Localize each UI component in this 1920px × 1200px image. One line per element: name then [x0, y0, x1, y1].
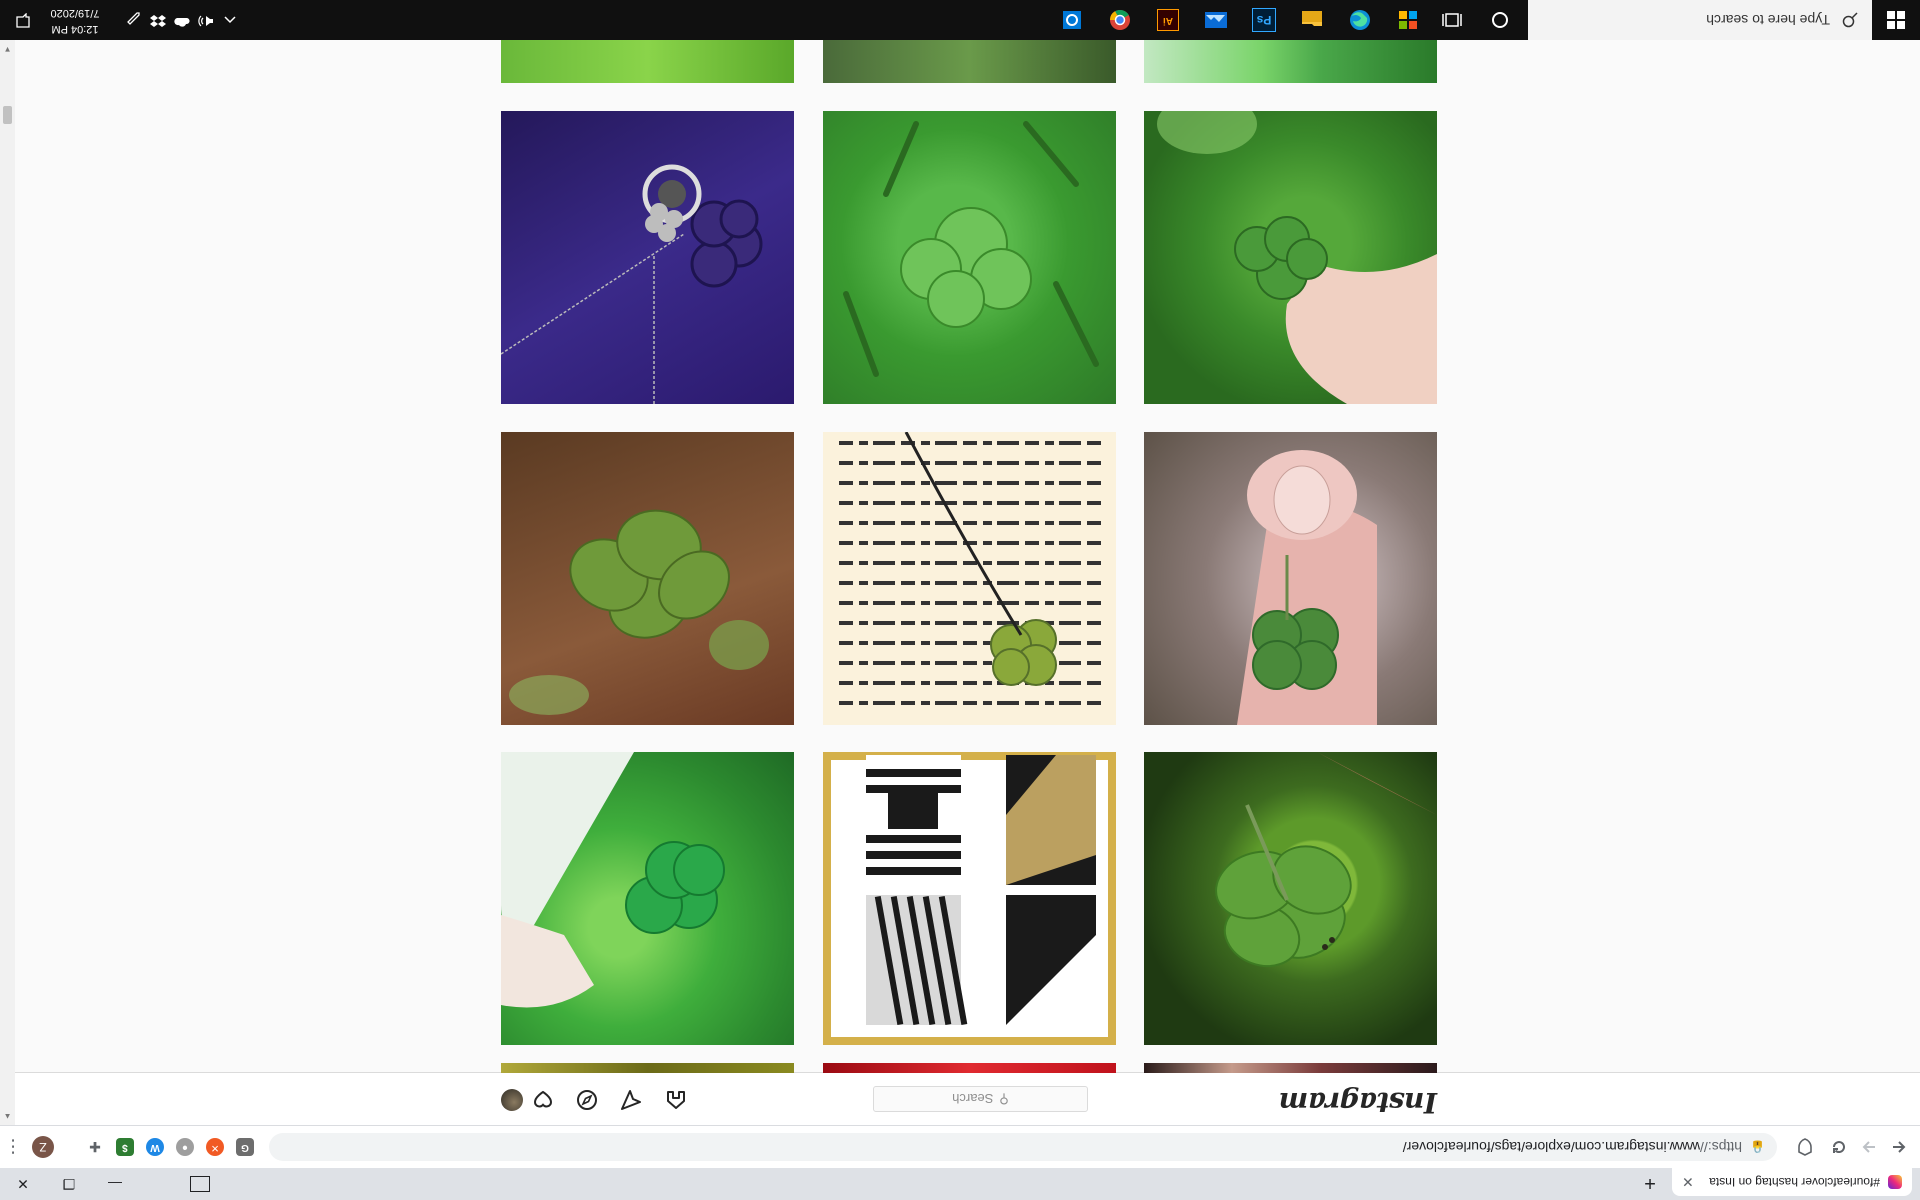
file-explorer-icon[interactable]: [1300, 8, 1324, 32]
book-page-with-clover-illustration: [838, 432, 1101, 705]
cortana-icon[interactable]: [1488, 8, 1512, 32]
search-icon: [1842, 12, 1858, 28]
hand-holding-clover-illustration: [1157, 111, 1437, 404]
new-tab-button[interactable]: +: [1638, 1170, 1662, 1194]
post-thumbnail[interactable]: [501, 111, 794, 404]
profile-avatar[interactable]: Z: [32, 1136, 54, 1158]
post-thumbnail[interactable]: [1144, 1063, 1437, 1073]
task-view-icon[interactable]: [1440, 8, 1464, 32]
volume-icon[interactable]: [198, 12, 214, 28]
post-thumbnail[interactable]: [501, 40, 794, 83]
shield-extension-icon[interactable]: [1792, 1134, 1818, 1160]
scroll-up-arrow-icon[interactable]: ▲: [3, 1111, 12, 1121]
instagram-logo[interactable]: Instagram: [1279, 1086, 1437, 1119]
tab-search-icon[interactable]: [190, 1176, 210, 1192]
windows-search-placeholder: Type here to search: [1706, 12, 1830, 28]
post-thumbnail[interactable]: [823, 1063, 1116, 1073]
post-thumbnail[interactable]: [823, 111, 1116, 404]
blue-extension-icon[interactable]: W: [146, 1138, 164, 1156]
puzzle-extensions-icon[interactable]: ✚: [86, 1138, 104, 1156]
dropbox-icon[interactable]: [150, 12, 166, 28]
post-thumbnail[interactable]: [501, 432, 794, 725]
scroll-down-arrow-icon[interactable]: ▼: [3, 44, 12, 54]
post-thumbnail[interactable]: [501, 1063, 794, 1073]
page-scrollbar[interactable]: ▲ ▼: [0, 40, 15, 1125]
lock-icon: 🔒: [1750, 1140, 1765, 1154]
scrollbar-thumb[interactable]: [3, 106, 12, 124]
browser-toolbar: 🔒 https:// www.instagram.com/explore/tag…: [0, 1125, 1920, 1168]
url-scheme: https://: [1700, 1139, 1743, 1155]
clover-on-soil-illustration: [509, 509, 769, 715]
explore-compass-icon[interactable]: [575, 1088, 599, 1112]
instagram-header: Instagram ⚲ Search: [15, 1072, 1920, 1125]
orange-extension-icon[interactable]: ✕: [206, 1138, 224, 1156]
address-bar[interactable]: 🔒 https:// www.instagram.com/explore/tag…: [269, 1133, 1777, 1161]
windows-search-box[interactable]: Type here to search: [1528, 0, 1872, 40]
url-path: www.instagram.com/explore/tags/fourleafc…: [1402, 1139, 1701, 1155]
back-arrow-icon[interactable]: [1886, 1134, 1912, 1160]
home-icon[interactable]: [664, 1088, 688, 1112]
show-hidden-icons-chevron-icon[interactable]: [222, 12, 238, 28]
illustrator-label: Ai: [1157, 9, 1179, 31]
forward-arrow-icon[interactable]: [1856, 1134, 1882, 1160]
illustrator-icon[interactable]: Ai: [1156, 8, 1180, 32]
clock-time: 12:04 PM: [51, 23, 99, 35]
tab-title: #fourleafclover hashtag on Insta: [1709, 1175, 1880, 1189]
search-icon: ⚲: [999, 1092, 1009, 1107]
browser-tabstrip: #fourleafclover hashtag on Insta ✕ + — ❐…: [0, 1168, 1920, 1200]
tab-close-icon[interactable]: ✕: [1682, 1174, 1694, 1191]
close-window-button[interactable]: ✕: [0, 1168, 46, 1200]
browser-menu-icon[interactable]: ⋮: [4, 1134, 22, 1160]
reload-icon[interactable]: [1826, 1134, 1852, 1160]
hand-holding-clover-illustration: [501, 752, 725, 1008]
instagram-favicon-icon: [1888, 1175, 1902, 1189]
grey-extension-icon[interactable]: ●: [176, 1138, 194, 1156]
photoshop-icon[interactable]: Ps: [1252, 8, 1276, 32]
fingers-holding-clover-illustration: [1237, 450, 1377, 725]
windows-start-button[interactable]: [1872, 0, 1920, 40]
search-placeholder: Search: [952, 1091, 994, 1107]
motivational-cards-illustration: [823, 752, 1116, 1045]
dollar-extension-icon[interactable]: $: [116, 1138, 134, 1156]
direct-messages-icon[interactable]: [619, 1088, 643, 1112]
windows-taskbar: Type here to search Ps Ai 12:04 PM 7/19/…: [0, 0, 1920, 40]
browser-tab-instagram[interactable]: #fourleafclover hashtag on Insta ✕: [1672, 1168, 1912, 1196]
instagram-profile-avatar[interactable]: [501, 1089, 523, 1111]
clover-leaf-illustration: [1215, 752, 1437, 968]
settings-gear-icon[interactable]: [1060, 8, 1084, 32]
microsoft-store-icon[interactable]: [1396, 8, 1420, 32]
chrome-icon[interactable]: [1108, 8, 1132, 32]
minimize-button[interactable]: —: [92, 1168, 138, 1200]
restore-button[interactable]: ❐: [46, 1168, 92, 1200]
instagram-page: Instagram ⚲ Search: [15, 40, 1920, 1125]
instagram-search-input[interactable]: ⚲ Search: [873, 1086, 1088, 1112]
clock-date: 7/19/2020: [50, 7, 100, 19]
grammarly-extension-icon[interactable]: G: [236, 1138, 254, 1156]
action-center-notifications-icon[interactable]: [14, 11, 32, 29]
post-thumbnail[interactable]: [823, 40, 1116, 83]
windows-logo-icon: [1887, 11, 1905, 29]
activity-heart-icon[interactable]: [531, 1088, 555, 1112]
post-thumbnail[interactable]: [1144, 432, 1437, 725]
post-thumbnail[interactable]: [1144, 40, 1437, 83]
post-thumbnail[interactable]: [501, 752, 794, 1045]
onedrive-photos-icon[interactable]: [1204, 8, 1228, 32]
post-thumbnail[interactable]: [823, 752, 1116, 1045]
post-thumbnail[interactable]: [1144, 111, 1437, 404]
screen: #fourleafclover hashtag on Insta ✕ + — ❐…: [0, 0, 1920, 1200]
edge-browser-icon[interactable]: [1348, 8, 1372, 32]
pen-workspace-icon[interactable]: [126, 12, 142, 28]
clover-pendant-necklace-illustration: [501, 164, 763, 404]
post-thumbnail[interactable]: [823, 432, 1116, 725]
onedrive-cloud-icon[interactable]: [174, 12, 190, 28]
clover-in-grass-illustration: [843, 121, 1099, 377]
system-clock[interactable]: 12:04 PM 7/19/2020: [40, 5, 110, 37]
post-thumbnail[interactable]: [1144, 752, 1437, 1045]
